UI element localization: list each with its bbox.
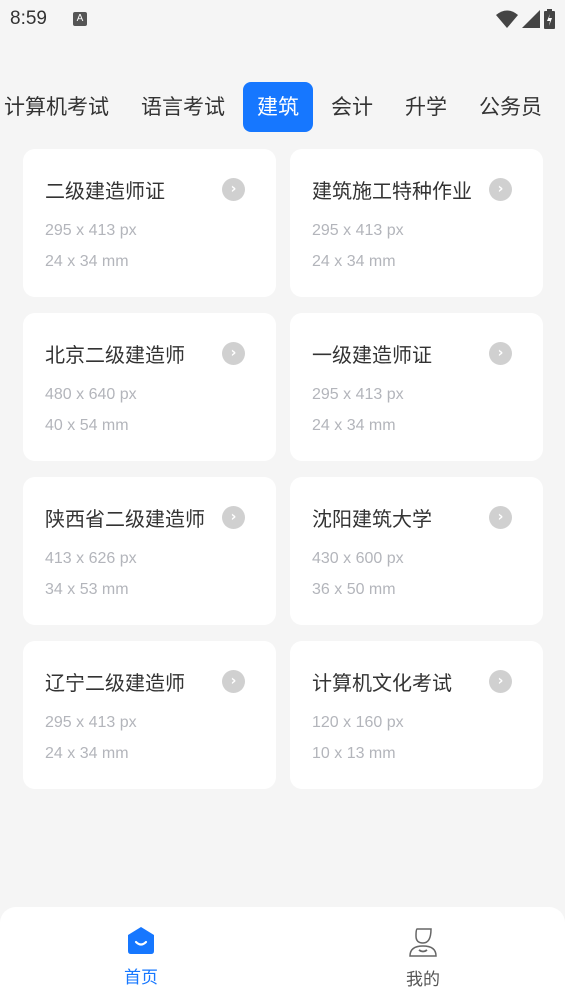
status-bar: 8:59 A — [0, 0, 565, 40]
status-time: 8:59 — [10, 8, 47, 29]
card-pixel-size: 120 x 160 px — [312, 714, 404, 731]
notification-icon: A — [73, 12, 87, 26]
card-pixel-size: 413 x 626 px — [45, 550, 137, 567]
tab-further-study[interactable]: 升学 — [391, 82, 461, 132]
card-pixel-size: 295 x 413 px — [45, 714, 137, 731]
tab-language[interactable]: 语言考试 — [127, 82, 239, 132]
battery-icon — [544, 9, 555, 29]
tab-civil-servant[interactable]: 公务员 — [465, 82, 556, 132]
card-mm-size: 24 x 34 mm — [312, 417, 396, 434]
chevron-right-icon: › — [489, 178, 512, 201]
card-title: 计算机文化考试 — [312, 671, 452, 695]
profile-icon — [409, 928, 437, 957]
tab-architecture[interactable]: 建筑 — [243, 82, 313, 132]
card-pixel-size: 480 x 640 px — [45, 386, 137, 403]
photo-spec-card[interactable]: 二级建造师证 › 295 x 413 px 24 x 34 mm — [23, 149, 276, 297]
card-title: 陕西省二级建造师 — [45, 507, 205, 531]
signal-icon — [522, 10, 540, 28]
chevron-right-icon: › — [489, 506, 512, 529]
chevron-right-icon: › — [222, 506, 245, 529]
card-mm-size: 24 x 34 mm — [45, 253, 129, 270]
nav-mine[interactable]: 我的 — [383, 925, 463, 990]
card-mm-size: 36 x 50 mm — [312, 581, 396, 598]
card-mm-size: 40 x 54 mm — [45, 417, 129, 434]
photo-spec-card[interactable]: 建筑施工特种作业 › 295 x 413 px 24 x 34 mm — [290, 149, 543, 297]
chevron-right-icon: › — [489, 342, 512, 365]
card-title: 辽宁二级建造师 — [45, 671, 185, 695]
category-tabs: 计算机考试 语言考试 建筑 会计 升学 公务员 — [0, 82, 560, 132]
card-title: 北京二级建造师 — [45, 343, 185, 367]
card-mm-size: 10 x 13 mm — [312, 745, 396, 762]
card-pixel-size: 295 x 413 px — [45, 222, 137, 239]
photo-spec-card[interactable]: 沈阳建筑大学 › 430 x 600 px 36 x 50 mm — [290, 477, 543, 625]
nav-home[interactable]: 首页 — [101, 925, 181, 988]
nav-home-label: 首页 — [124, 968, 158, 988]
home-icon — [128, 927, 154, 954]
tab-computer[interactable]: 计算机考试 — [0, 82, 123, 132]
nav-mine-label: 我的 — [406, 970, 440, 990]
chevron-right-icon: › — [222, 178, 245, 201]
card-pixel-size: 295 x 413 px — [312, 386, 404, 403]
card-title: 二级建造师证 — [45, 179, 165, 203]
card-pixel-size: 295 x 413 px — [312, 222, 404, 239]
chevron-right-icon: › — [222, 342, 245, 365]
chevron-right-icon: › — [222, 670, 245, 693]
card-pixel-size: 430 x 600 px — [312, 550, 404, 567]
photo-spec-card[interactable]: 陕西省二级建造师 › 413 x 626 px 34 x 53 mm — [23, 477, 276, 625]
card-title: 沈阳建筑大学 — [312, 507, 432, 531]
chevron-right-icon: › — [489, 670, 512, 693]
wifi-icon — [496, 10, 518, 28]
card-mm-size: 34 x 53 mm — [45, 581, 129, 598]
photo-spec-card[interactable]: 计算机文化考试 › 120 x 160 px 10 x 13 mm — [290, 641, 543, 789]
card-mm-size: 24 x 34 mm — [312, 253, 396, 270]
tab-accounting[interactable]: 会计 — [317, 82, 387, 132]
photo-spec-card[interactable]: 辽宁二级建造师 › 295 x 413 px 24 x 34 mm — [23, 641, 276, 789]
card-title: 建筑施工特种作业 — [312, 179, 472, 203]
photo-spec-card[interactable]: 一级建造师证 › 295 x 413 px 24 x 34 mm — [290, 313, 543, 461]
photo-spec-card[interactable]: 北京二级建造师 › 480 x 640 px 40 x 54 mm — [23, 313, 276, 461]
card-title: 一级建造师证 — [312, 343, 432, 367]
card-mm-size: 24 x 34 mm — [45, 745, 129, 762]
bottom-nav: 首页 我的 — [0, 907, 565, 1004]
